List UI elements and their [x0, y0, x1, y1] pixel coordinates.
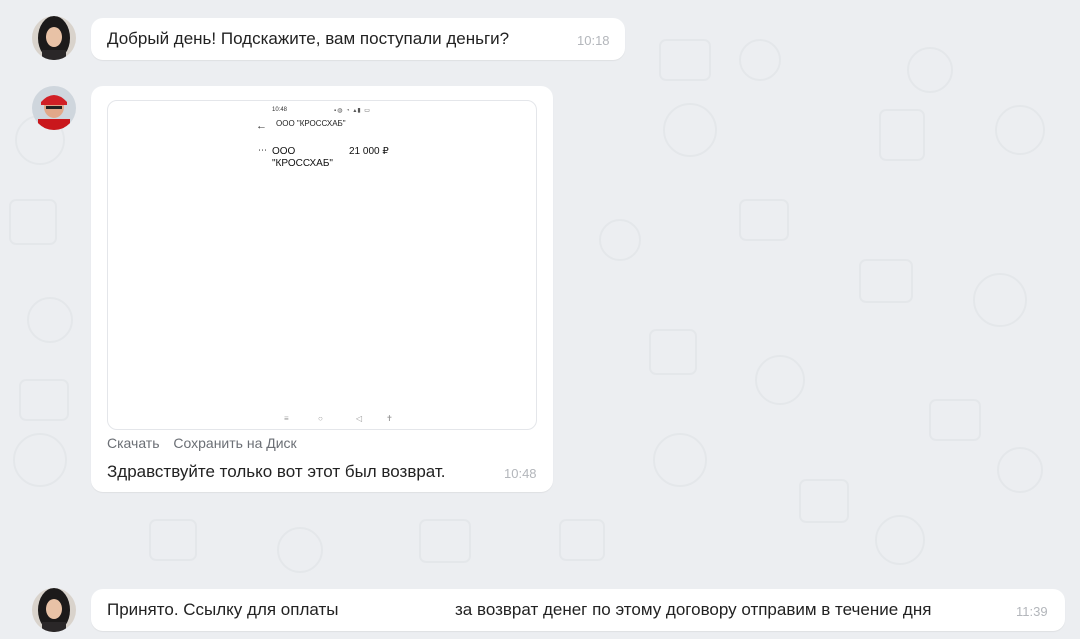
screen-title: ООО "КРОССХАБ" [276, 119, 346, 128]
back-arrow-icon: ← [256, 120, 267, 132]
attachment-actions: Скачать Сохранить на Диск [107, 435, 307, 451]
back-icon: ◁ [356, 414, 363, 423]
org-name-line2: "КРОССХАБ" [272, 158, 333, 169]
amount: 21 000 ₽ [349, 146, 389, 157]
message-time: 10:18 [577, 33, 610, 48]
message-text-part2: за возврат денег по этому договору отпра… [455, 600, 932, 619]
accessibility-icon: ✝ [386, 414, 393, 423]
status-time: 10:48 [272, 107, 288, 113]
menu-icon: ≡ [284, 414, 289, 423]
save-to-disk-link[interactable]: Сохранить на Диск [173, 435, 296, 451]
message-text: Добрый день! Подскажите, вам поступали д… [107, 29, 510, 48]
message-time: 11:39 [1016, 604, 1048, 619]
more-icon: ⋯ [258, 145, 267, 155]
avatar[interactable] [32, 588, 76, 632]
message-time: 10:48 [504, 466, 537, 481]
status-icons: ▪◍ ◔ ▴▮ ▭ [334, 108, 371, 114]
home-icon: ○ [318, 414, 323, 423]
message-bubble: Принято. Ссылку для оплаты за возврат де… [91, 589, 1065, 631]
avatar[interactable] [32, 86, 76, 130]
avatar[interactable] [32, 16, 76, 60]
download-link[interactable]: Скачать [107, 435, 160, 451]
org-name-line1: ООО [272, 146, 296, 157]
attachment-image[interactable]: 10:48 ▪◍ ◔ ▴▮ ▭ ← ООО "КРОССХАБ" ⋯ ООО "… [107, 100, 537, 430]
message-bubble: Добрый день! Подскажите, вам поступали д… [91, 18, 625, 60]
message-text: Здравствуйте только вот этот был возврат… [107, 462, 446, 481]
message-text-part1: Принято. Ссылку для оплаты [107, 600, 339, 619]
message-bubble: 10:48 ▪◍ ◔ ▴▮ ▭ ← ООО "КРОССХАБ" ⋯ ООО "… [91, 86, 553, 492]
